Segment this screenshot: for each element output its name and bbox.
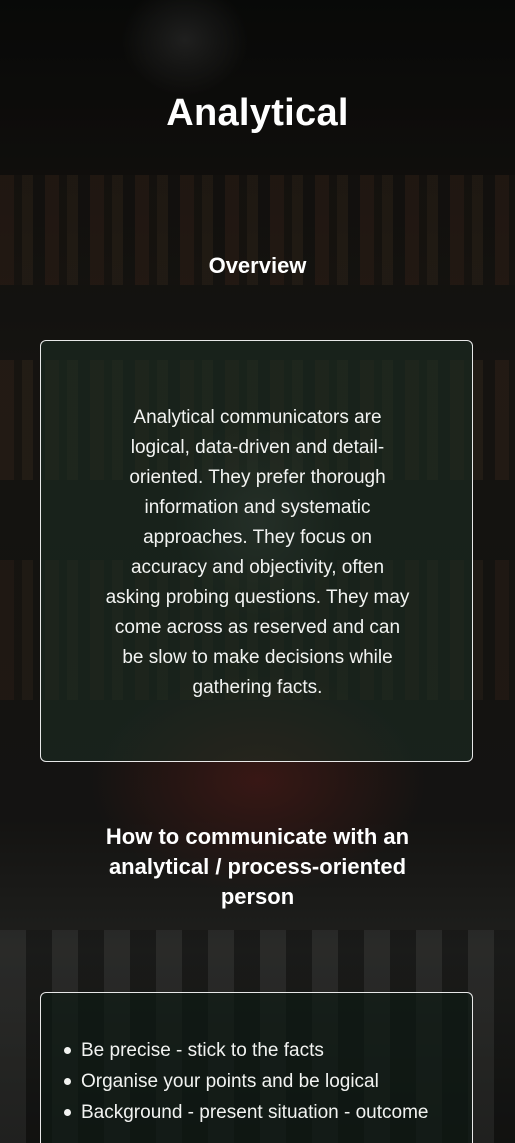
overview-heading: Overview	[208, 253, 307, 278]
tips-card: Be precise - stick to the facts Organise…	[40, 992, 473, 1143]
tip-text: Be precise - stick to the facts	[81, 1040, 324, 1061]
tip-text: Background - present situation - outcome	[81, 1102, 429, 1123]
page: Analytical Overview Analytical communica…	[0, 0, 515, 1143]
overview-text: Analytical communicators are logical, da…	[105, 407, 410, 698]
bullet-icon	[64, 1109, 71, 1116]
list-item: Be precise - stick to the facts	[64, 1035, 441, 1066]
bullet-icon	[64, 1078, 71, 1085]
page-title: Analytical	[166, 92, 349, 134]
tips-list: Be precise - stick to the facts Organise…	[64, 1035, 441, 1128]
list-item: Background - present situation - outcome	[64, 1097, 441, 1128]
overview-card: Analytical communicators are logical, da…	[40, 340, 473, 762]
howto-heading: How to communicate with an analytical / …	[105, 824, 410, 909]
content: Analytical Overview Analytical communica…	[0, 0, 515, 1143]
tip-text: Organise your points and be logical	[81, 1071, 379, 1092]
bullet-icon	[64, 1047, 71, 1054]
list-item: Organise your points and be logical	[64, 1066, 441, 1097]
